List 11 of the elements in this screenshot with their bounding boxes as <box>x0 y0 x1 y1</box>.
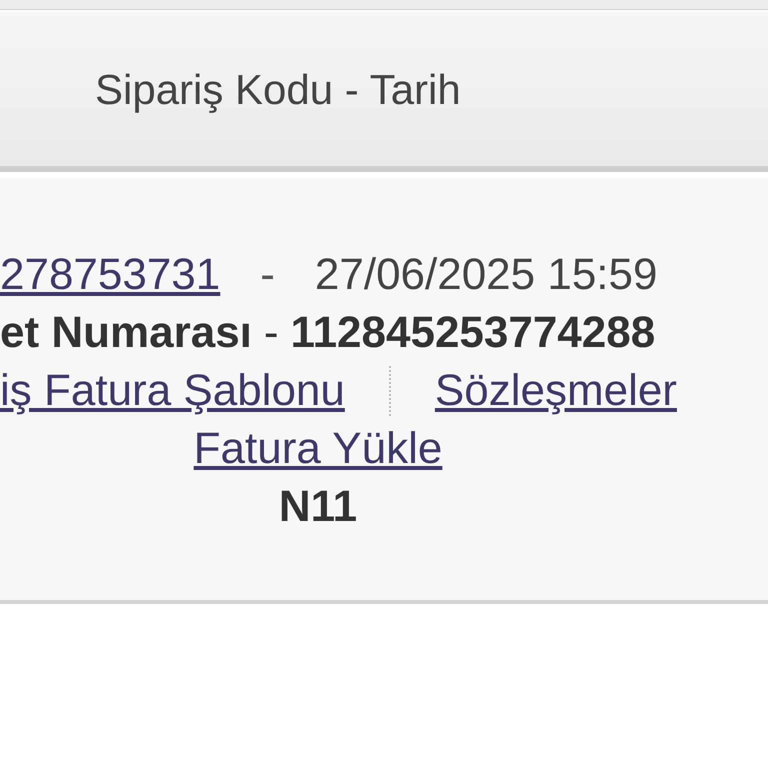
separator-text: - <box>264 307 279 359</box>
document-link[interactable]: Sözleşmeler <box>434 362 677 420</box>
package-label: et Numarası <box>0 307 252 359</box>
package-number: 112845253774288 <box>290 307 656 359</box>
document-link[interactable]: iş Fatura Şablonu <box>0 362 345 420</box>
column-header[interactable]: Sipariş Kodu - Tarih <box>95 58 461 120</box>
upload-invoice-link[interactable]: Fatura Yükle <box>194 424 442 473</box>
order-code-link[interactable]: 278753731 <box>0 246 220 304</box>
marketplace-label: N11 <box>278 482 358 531</box>
order-date: 27/06/2025 15:59 <box>314 249 658 301</box>
separator-text: - <box>260 249 275 301</box>
